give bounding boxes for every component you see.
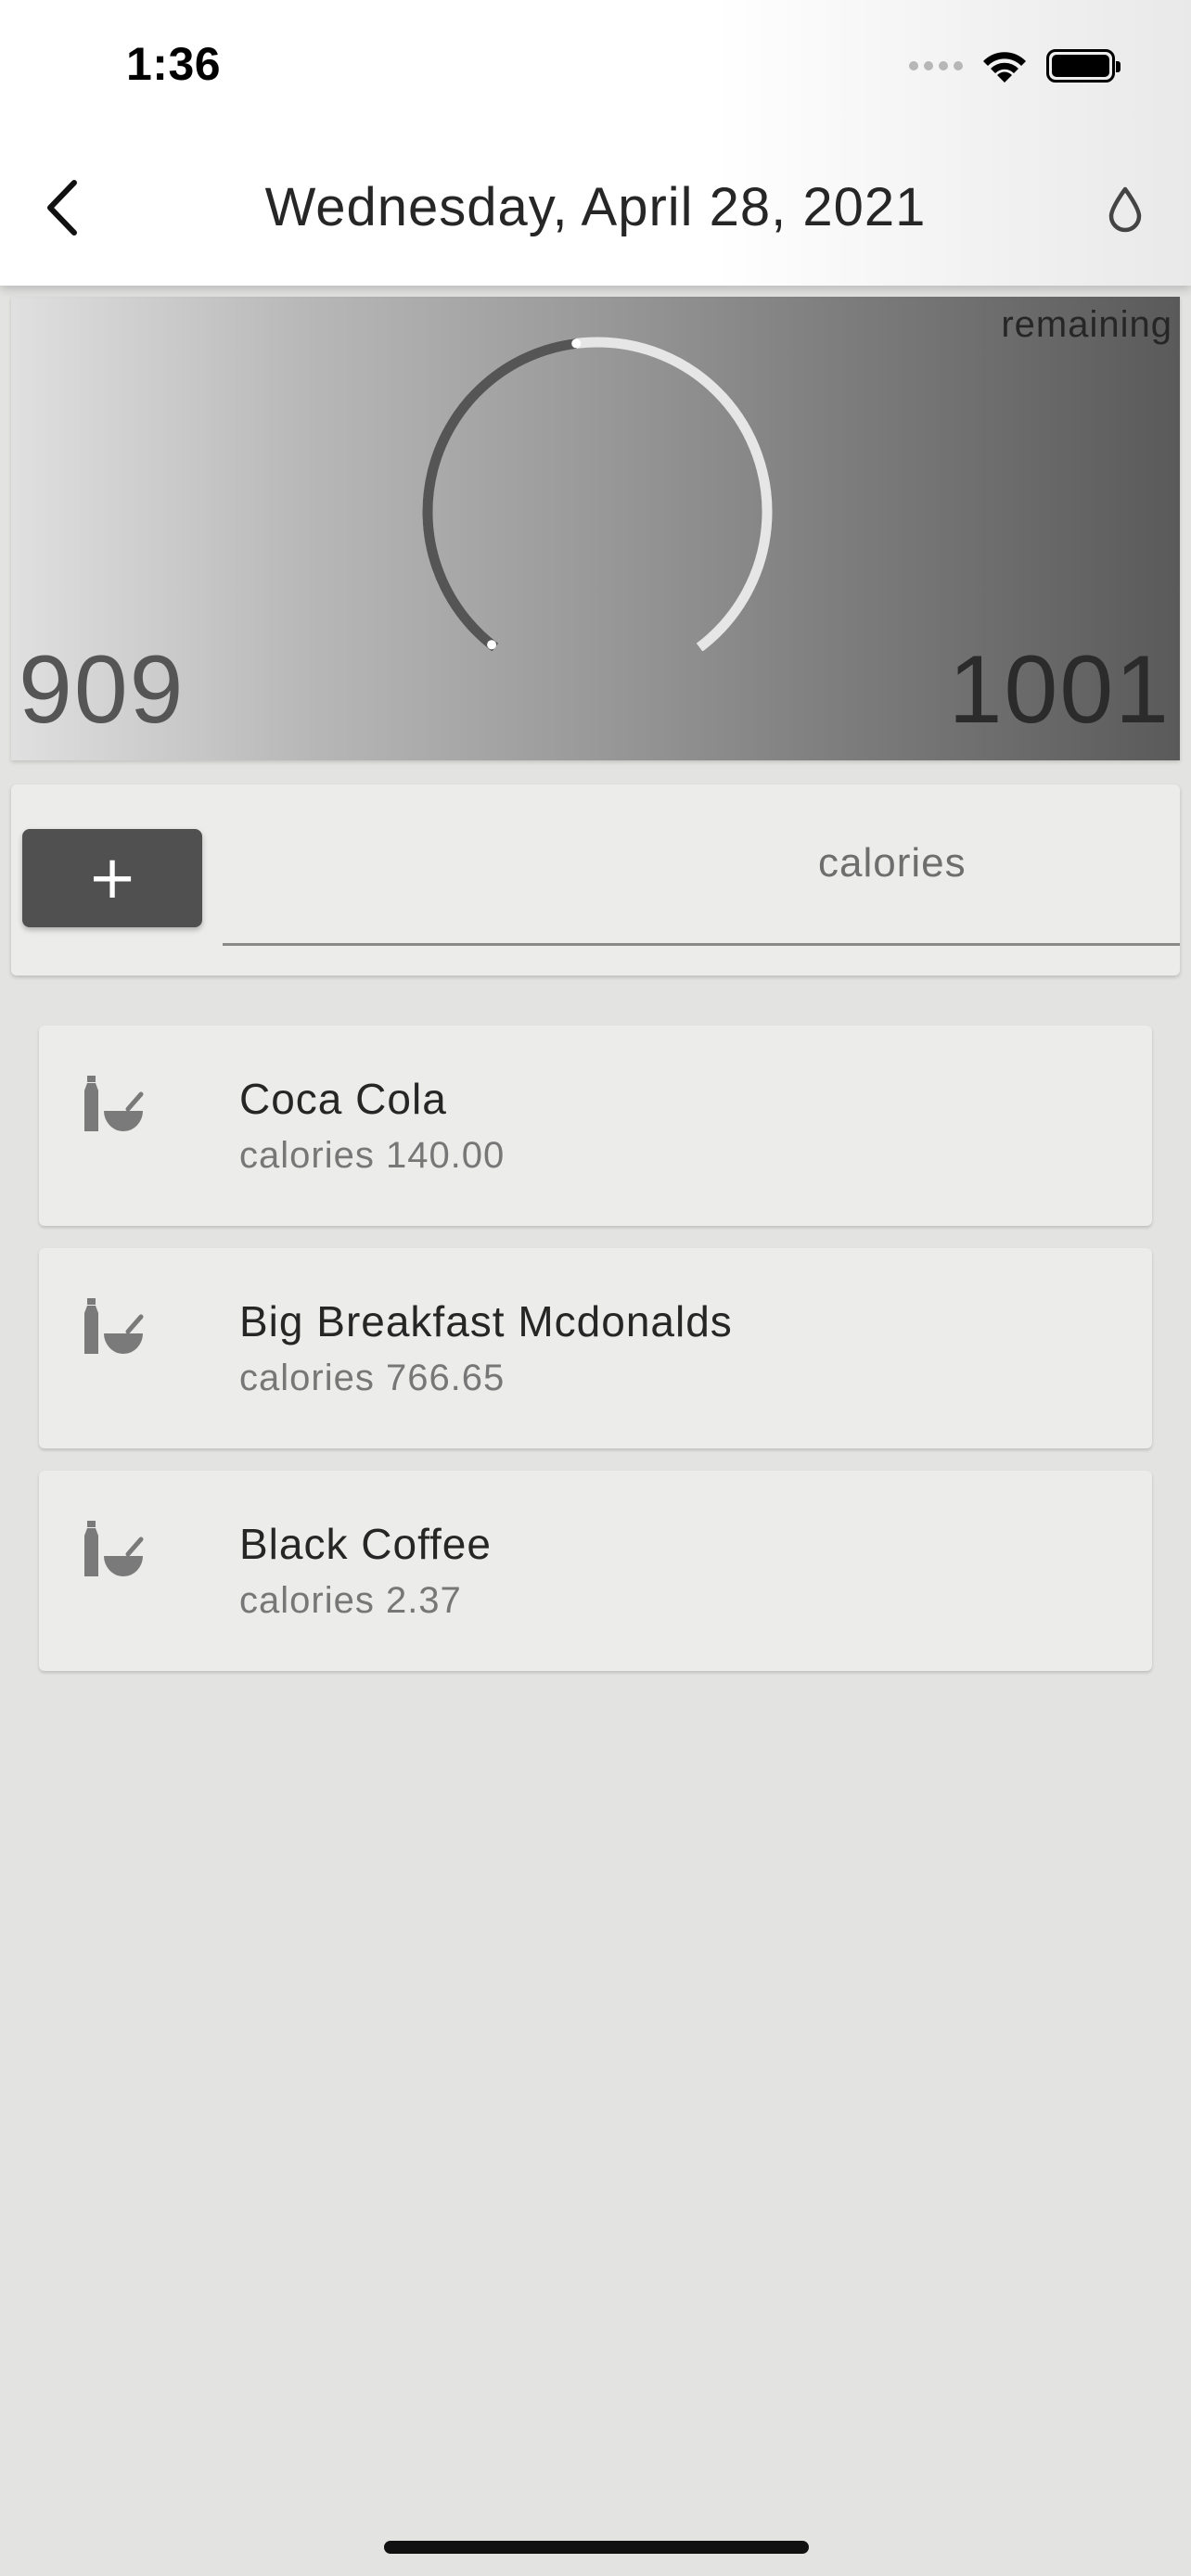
top-bar: 1:36 Wednesday, April 28, 2021 [0, 0, 1191, 286]
calorie-summary-card: remaining 909 1001 [11, 297, 1180, 760]
gauge-end-marker [571, 338, 582, 349]
calorie-gauge [422, 337, 773, 651]
water-button[interactable] [1093, 174, 1158, 245]
food-name: Coca Cola [239, 1075, 447, 1123]
cellular-signal-icon [909, 61, 963, 70]
list-item[interactable]: Coca Cola calories 140.00 [39, 1026, 1152, 1226]
food-name-input[interactable] [223, 822, 807, 946]
food-name: Big Breakfast Mcdonalds [239, 1297, 733, 1345]
food-drink-icon [84, 1076, 144, 1131]
gauge-end-marker [487, 640, 497, 650]
list-item[interactable]: Big Breakfast Mcdonalds calories 766.65 [39, 1248, 1152, 1448]
food-calories: calories 2.37 [239, 1580, 462, 1621]
water-drop-icon [1108, 186, 1142, 233]
food-drink-icon [84, 1521, 144, 1576]
battery-icon [1046, 49, 1121, 83]
back-button[interactable] [33, 172, 89, 243]
add-food-form: + calories [11, 784, 1180, 976]
food-calories: calories 140.00 [239, 1135, 506, 1176]
food-list: Coca Cola calories 140.00 Big Breakfast … [39, 1026, 1152, 1693]
food-drink-icon [84, 1298, 144, 1354]
home-indicator [384, 2541, 809, 2554]
remaining-label: remaining [1001, 304, 1172, 345]
food-name: Black Coffee [239, 1520, 492, 1568]
wifi-icon [983, 52, 1026, 83]
remaining-value: 1001 [948, 636, 1171, 744]
page-title: Wednesday, April 28, 2021 [264, 177, 927, 237]
chevron-left-icon [47, 180, 77, 236]
status-icons [909, 43, 1121, 89]
consumed-value: 909 [19, 636, 186, 744]
status-time: 1:36 [126, 38, 222, 90]
food-calories: calories 766.65 [239, 1358, 506, 1398]
calories-input[interactable] [807, 822, 1180, 946]
add-button[interactable]: + [22, 829, 202, 927]
gauge-progress [422, 338, 577, 651]
list-item[interactable]: Black Coffee calories 2.37 [39, 1471, 1152, 1671]
